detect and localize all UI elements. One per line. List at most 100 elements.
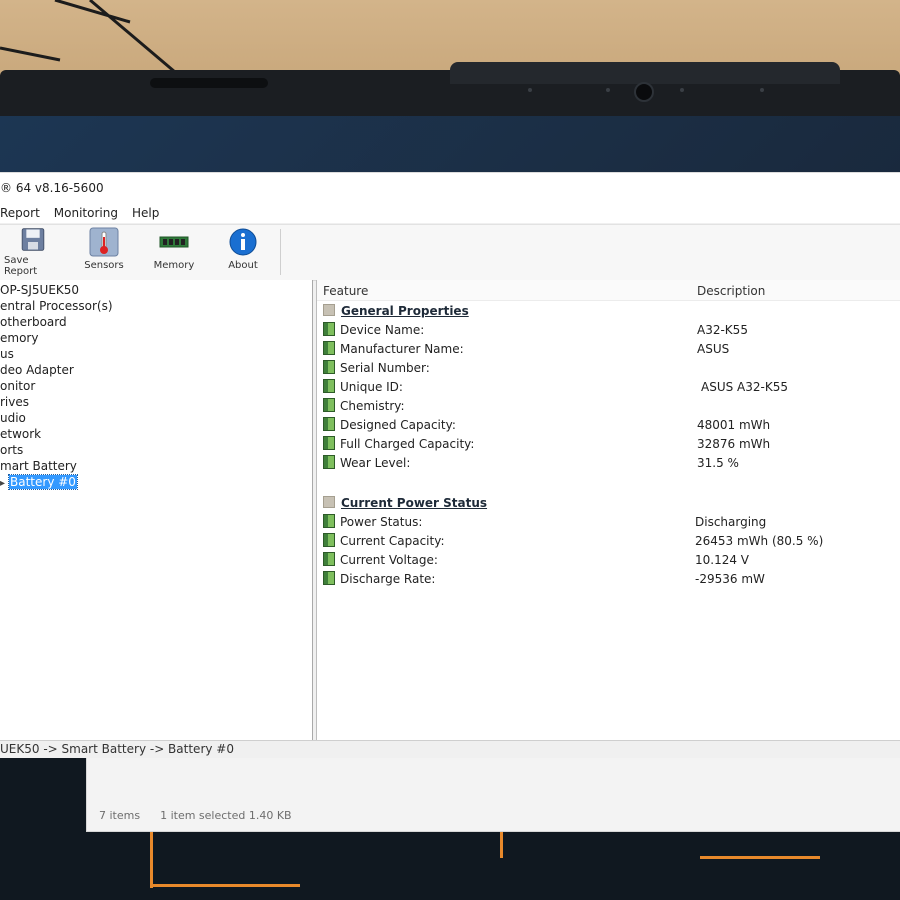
menu-report[interactable]: Report [0, 203, 40, 223]
property-row[interactable]: Power Status: Discharging [323, 513, 893, 532]
property-row[interactable]: Current Capacity: 26453 mWh (80.5 %) [323, 532, 893, 551]
column-header-description[interactable]: Description [697, 284, 765, 298]
tree-item-audio[interactable]: udio [0, 410, 26, 426]
camera-housing [450, 62, 840, 84]
menu-bar: Report Monitoring Help [0, 203, 900, 223]
property-key: Serial Number: [340, 361, 430, 375]
battery-leaf-icon [323, 533, 335, 547]
property-row[interactable]: Discharge Rate: -29536 mW [323, 570, 893, 589]
mic-dot [606, 88, 610, 92]
mic-dot [680, 88, 684, 92]
property-row[interactable]: Wear Level: 31.5 % [323, 454, 893, 473]
memory-module-icon [159, 236, 189, 248]
webcam [634, 82, 654, 102]
details-panel: Feature Description General Properties D… [316, 280, 900, 740]
battery-leaf-icon [323, 322, 335, 336]
toolbar: Save Report Sensors Memory About [0, 224, 900, 281]
bezel-slot [150, 78, 268, 88]
battery-leaf-icon [323, 379, 335, 393]
explorer-statusbar: 7 items 1 item selected 1.40 KB [99, 809, 292, 822]
section-folder-icon [323, 496, 335, 508]
wallpaper-accent [150, 884, 300, 887]
property-row[interactable]: Full Charged Capacity: 32876 mWh [323, 435, 893, 454]
property-row[interactable]: Serial Number: [323, 359, 893, 378]
wallpaper-accent [150, 828, 153, 888]
wallpaper-accent [700, 856, 820, 859]
about-label: About [228, 260, 258, 271]
toolbar-separator [280, 229, 281, 275]
column-header-feature[interactable]: Feature [323, 284, 368, 298]
battery-leaf-icon [323, 514, 335, 528]
property-row[interactable]: Unique ID: ASUS A32-K55 [323, 378, 893, 397]
status-path: UEK50 -> Smart Battery -> Battery #0 [0, 742, 234, 756]
property-row[interactable]: Manufacturer Name: ASUS [323, 340, 893, 359]
property-key: Device Name: [340, 323, 425, 337]
battery-leaf-icon [323, 417, 335, 431]
tree-item-battery-0[interactable]: ▸ Battery #0 [0, 474, 78, 490]
battery-leaf-icon [323, 552, 335, 566]
tree-item-smart-battery[interactable]: mart Battery [0, 458, 77, 474]
property-key: Chemistry: [340, 399, 405, 413]
tree-item-video-adapter[interactable]: deo Adapter [0, 362, 74, 378]
save-report-label: Save Report [4, 255, 38, 277]
section-current-power-status: Current Power Status [323, 494, 487, 512]
property-key: Power Status: [340, 515, 423, 529]
property-key: Current Capacity: [340, 534, 445, 548]
wallpaper-accent [500, 828, 503, 858]
battery-leaf-icon [323, 436, 335, 450]
battery-leaf-icon [323, 398, 335, 412]
sensors-label: Sensors [84, 260, 124, 271]
property-value: 32876 mWh [697, 437, 771, 451]
tree-item-monitor[interactable]: onitor [0, 378, 35, 394]
tree-item-motherboard[interactable]: otherboard [0, 314, 67, 330]
property-key: Designed Capacity: [340, 418, 456, 432]
property-value: ASUS [697, 342, 730, 356]
memory-button[interactable]: Memory [150, 227, 198, 277]
info-icon [229, 228, 257, 256]
property-value: 31.5 % [697, 456, 739, 470]
property-row[interactable]: Chemistry: [323, 397, 893, 416]
battery-leaf-icon [323, 341, 335, 355]
menu-help[interactable]: Help [132, 203, 159, 223]
sensors-button[interactable]: Sensors [80, 227, 128, 277]
tree-connector-icon: ▸ [0, 478, 6, 489]
property-key: Discharge Rate: [340, 572, 436, 586]
memory-label: Memory [153, 260, 195, 271]
tree-item-memory[interactable]: emory [0, 330, 38, 346]
tree-item-ports[interactable]: orts [0, 442, 23, 458]
property-value: A32-K55 [697, 323, 748, 337]
property-value: ASUS A32-K55 [701, 380, 788, 394]
column-header-bar [317, 280, 900, 301]
tree-item-bus[interactable]: us [0, 346, 14, 362]
property-key: Wear Level: [340, 456, 411, 470]
property-row[interactable]: Current Voltage: 10.124 V [323, 551, 893, 570]
about-button[interactable]: About [220, 227, 266, 277]
property-value: 26453 mWh (80.5 %) [695, 534, 824, 548]
tree-item-network[interactable]: etwork [0, 426, 41, 442]
mic-dot [528, 88, 532, 92]
tree-item-cpu[interactable]: entral Processor(s) [0, 298, 113, 314]
battery-leaf-icon [323, 455, 335, 469]
property-value: 48001 mWh [697, 418, 771, 432]
menu-monitoring[interactable]: Monitoring [54, 203, 118, 223]
property-key: Current Voltage: [340, 553, 438, 567]
app-window: ® 64 v8.16-5600 Report Monitoring Help S… [0, 172, 900, 758]
tree-item-drives[interactable]: rives [0, 394, 29, 410]
status-bar: UEK50 -> Smart Battery -> Battery #0 [0, 740, 900, 758]
property-key: Manufacturer Name: [340, 342, 464, 356]
property-key: Unique ID: [340, 380, 403, 394]
battery-leaf-icon [323, 571, 335, 585]
property-row[interactable]: Designed Capacity: 48001 mWh [323, 416, 893, 435]
marker-scribble [0, 0, 176, 74]
battery-leaf-icon [323, 360, 335, 374]
section-folder-icon [323, 304, 335, 316]
explorer-selection-info: 1 item selected 1.40 KB [160, 809, 292, 822]
property-value: Discharging [695, 515, 767, 529]
save-report-button[interactable]: Save Report [4, 227, 62, 277]
section-general-properties: General Properties [323, 302, 469, 320]
mic-dot [760, 88, 764, 92]
thermometer-icon [89, 227, 119, 257]
tree-item-computer[interactable]: OP-SJ5UEK50 [0, 282, 79, 298]
property-row[interactable]: Device Name: A32-K55 [323, 321, 893, 340]
property-value: -29536 mW [695, 572, 765, 586]
